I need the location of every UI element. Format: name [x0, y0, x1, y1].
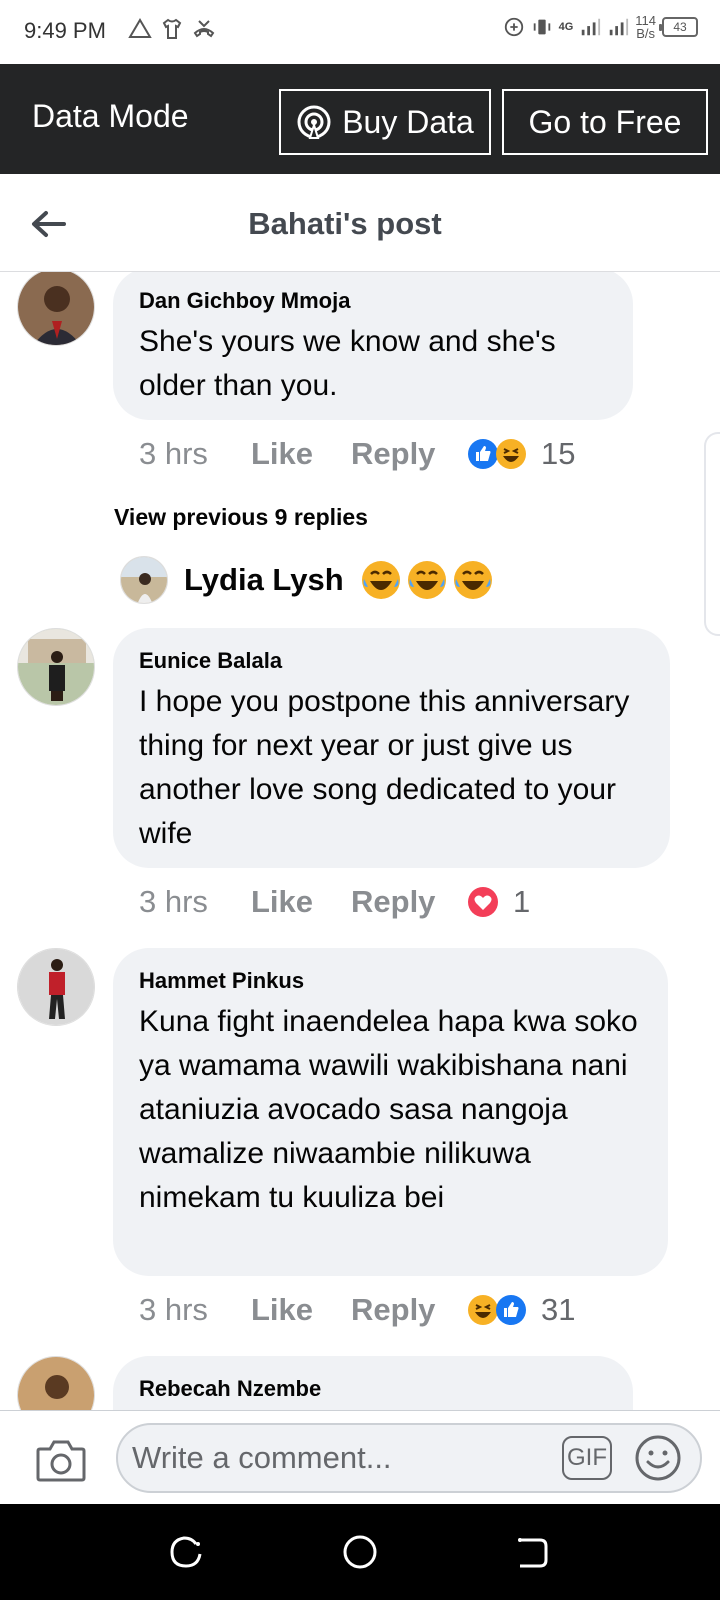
tears-of-joy-icon [361, 561, 400, 599]
view-previous-replies[interactable]: View previous 9 replies [114, 504, 368, 531]
comments-list[interactable]: Dan Gichboy Mmoja She's yours we know an… [0, 272, 720, 1410]
page-title: Bahati's post [248, 206, 442, 241]
tears-of-joy-icon [453, 561, 492, 599]
missed-call-icon [193, 20, 215, 38]
data-saver-icon [504, 17, 523, 37]
camera-icon[interactable] [36, 1437, 86, 1483]
comment-text: I hope you postpone this anniversary thi… [139, 685, 630, 850]
commenter-name[interactable]: Rebecah Nzembe [139, 1376, 607, 1402]
buy-data-button[interactable]: Buy Data [279, 89, 491, 155]
recent-apps-icon[interactable] [166, 1532, 206, 1572]
comment-bubble[interactable]: Hammet Pinkus Kuna fight inaendelea hapa… [113, 948, 668, 1276]
network-speed: 114 B/s [635, 13, 656, 41]
reply-preview[interactable]: Lydia Lysh [120, 556, 494, 604]
avatar[interactable] [120, 556, 168, 604]
like-button[interactable]: Like [251, 1292, 351, 1328]
signal-icon [582, 18, 601, 36]
avatar[interactable] [17, 1356, 95, 1410]
reaction-count[interactable]: 15 [541, 436, 575, 472]
reaction-count[interactable]: 1 [513, 884, 530, 920]
comment-time: 3 hrs [139, 436, 208, 471]
comment-time: 3 hrs [139, 1292, 208, 1327]
comment-composer: GIF [0, 1410, 720, 1504]
like-button[interactable]: Like [251, 884, 351, 920]
comment-text: Kuna fight inaendelea hapa kwa soko ya w… [139, 1005, 638, 1214]
comment-box[interactable]: GIF [116, 1423, 702, 1493]
commenter-name[interactable]: Eunice Balala [139, 648, 644, 674]
status-time: 9:49 PM [24, 18, 106, 43]
reply-author-name[interactable]: Lydia Lysh [184, 562, 344, 598]
haha-icon [496, 439, 526, 469]
avatar[interactable] [17, 948, 95, 1026]
shirt-icon [162, 18, 182, 39]
comment-actions: 3 hrs Like Reply 15 [139, 436, 575, 472]
avatar[interactable] [17, 272, 95, 346]
comment-bubble[interactable]: Dan Gichboy Mmoja She's yours we know an… [113, 272, 633, 420]
reaction-icons[interactable] [467, 438, 527, 470]
comment-bubble[interactable]: Eunice Balala I hope you postpone this a… [113, 628, 670, 868]
reaction-icons[interactable] [467, 1294, 527, 1326]
gif-button[interactable]: GIF [562, 1436, 612, 1480]
reaction-count[interactable]: 31 [541, 1292, 575, 1328]
warning-triangle-icon [128, 18, 152, 38]
go-to-free-button[interactable]: Go to Free [502, 89, 708, 155]
comment-bubble[interactable]: Rebecah Nzembe [113, 1356, 633, 1410]
network-type: 4G [558, 21, 574, 33]
commenter-name[interactable]: Hammet Pinkus [139, 968, 642, 994]
avatar[interactable] [17, 628, 95, 706]
data-mode-label: Data Mode [32, 98, 189, 134]
commenter-name[interactable]: Dan Gichboy Mmoja [139, 288, 607, 314]
reply-button[interactable]: Reply [351, 1292, 467, 1328]
tears-of-joy-icon [407, 561, 446, 599]
emoji-icon[interactable] [634, 1434, 682, 1482]
data-mode-banner: Data Mode Buy Data Go to Free [0, 64, 720, 174]
signal-icon-2 [610, 18, 629, 36]
comment-time: 3 hrs [139, 884, 208, 919]
reply-button[interactable]: Reply [351, 436, 467, 472]
comment-input[interactable] [132, 1425, 532, 1491]
side-panel-handle[interactable] [704, 432, 720, 636]
like-button[interactable]: Like [251, 436, 351, 472]
system-nav-bar [0, 1504, 720, 1600]
reply-button[interactable]: Reply [351, 884, 467, 920]
status-right: 4G 114 B/s 43 [503, 14, 698, 40]
battery-icon: 43 [659, 17, 698, 37]
broadcast-icon [297, 105, 331, 139]
comment-text: She's yours we know and she's older than… [139, 325, 556, 402]
comment-actions: 3 hrs Like Reply 31 [139, 1292, 575, 1328]
back-nav-icon[interactable] [512, 1532, 552, 1572]
comment-actions: 3 hrs Like Reply 1 [139, 884, 530, 920]
like-icon [496, 1295, 526, 1325]
vibrate-icon [533, 19, 550, 35]
reaction-icons[interactable] [467, 886, 499, 918]
reply-emoji [360, 559, 494, 601]
status-bar: 9:49 PM 4G 114 B/s 43 [0, 0, 720, 64]
notification-icons [128, 17, 216, 41]
love-icon [468, 887, 498, 917]
home-icon[interactable] [340, 1532, 380, 1572]
post-header: Bahati's post [0, 174, 720, 272]
